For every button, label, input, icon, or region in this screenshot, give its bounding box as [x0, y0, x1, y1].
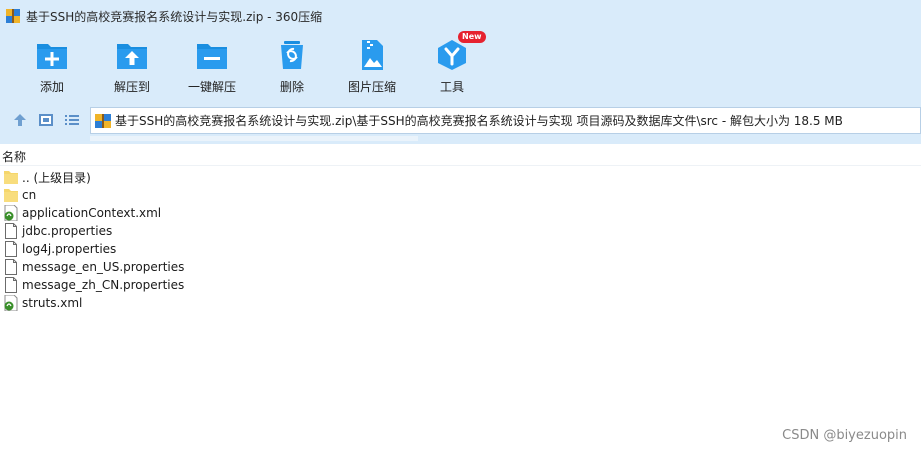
file-icon: [5, 241, 17, 257]
image-compress-label: 图片压缩: [347, 80, 396, 94]
file-name: applicationContext.xml: [22, 206, 162, 220]
address-path: 基于SSH的高校竞赛报名系统设计与实现.zip\基于SSH的高校竞赛报名系统设计…: [115, 114, 843, 128]
list-view-icon[interactable]: [64, 112, 80, 128]
up-arrow-icon[interactable]: [12, 112, 28, 128]
xml-file-icon: [4, 295, 18, 311]
delete-icon: [281, 41, 303, 69]
add-button[interactable]: 添加: [12, 36, 92, 98]
list-item[interactable]: cn: [0, 186, 921, 204]
extract-to-label: 解压到: [113, 80, 150, 94]
title-bar: 基于SSH的高校竞赛报名系统设计与实现.zip - 360压缩: [0, 0, 921, 32]
delete-button[interactable]: 删除: [252, 36, 332, 98]
archive-icon: [95, 113, 111, 129]
list-item[interactable]: message_en_US.properties: [0, 258, 921, 276]
file-name: cn: [22, 188, 37, 202]
list-item[interactable]: .. (上级目录): [0, 168, 921, 186]
column-header-name[interactable]: 名称: [0, 146, 921, 166]
tools-button[interactable]: New 工具: [412, 31, 492, 98]
file-icon: [5, 223, 17, 239]
list-item[interactable]: log4j.properties: [0, 240, 921, 258]
file-name: jdbc.properties: [22, 224, 113, 238]
add-icon: [37, 44, 67, 69]
file-icon: [5, 259, 17, 275]
delete-label: 删除: [279, 80, 304, 94]
one-click-extract-icon: [197, 44, 227, 69]
add-label: 添加: [39, 80, 64, 94]
extract-to-button[interactable]: 解压到: [92, 36, 172, 98]
new-badge: New: [458, 31, 486, 43]
list-item[interactable]: struts.xml: [0, 294, 921, 312]
archive-app-icon: [6, 9, 20, 23]
xml-file-icon: [4, 205, 18, 221]
folder-icon: [4, 171, 18, 184]
tools-label: 工具: [439, 80, 464, 94]
file-icon: [5, 277, 17, 293]
list-item[interactable]: message_zh_CN.properties: [0, 276, 921, 294]
address-bar[interactable]: 基于SSH的高校竞赛报名系统设计与实现.zip\基于SSH的高校竞赛报名系统设计…: [90, 107, 921, 134]
file-name: .. (上级目录): [22, 170, 91, 185]
tools-icon: [438, 40, 466, 70]
image-compress-icon: [362, 40, 383, 70]
one-click-extract-label: 一键解压: [187, 80, 236, 94]
watermark: CSDN @biyezuopin: [782, 428, 907, 443]
file-name: struts.xml: [22, 296, 83, 310]
list-item[interactable]: jdbc.properties: [0, 222, 921, 240]
window-title: 基于SSH的高校竞赛报名系统设计与实现.zip - 360压缩: [26, 9, 323, 24]
file-name: message_en_US.properties: [22, 260, 185, 274]
window-chrome: 基于SSH的高校竞赛报名系统设计与实现.zip - 360压缩 添加 解压到 一…: [0, 0, 921, 144]
folder-icon: [4, 189, 18, 202]
one-click-extract-button[interactable]: 一键解压: [172, 36, 252, 98]
extract-to-icon: [117, 44, 147, 69]
list-item[interactable]: applicationContext.xml: [0, 204, 921, 222]
navigation-row: 基于SSH的高校竞赛报名系统设计与实现.zip\基于SSH的高校竞赛报名系统设计…: [0, 104, 921, 136]
column-header-label: 名称: [2, 150, 27, 164]
file-name: message_zh_CN.properties: [22, 278, 185, 292]
image-compress-button[interactable]: 图片压缩: [332, 36, 412, 98]
address-bar-shadow: [90, 136, 418, 141]
file-list: .. (上级目录) cn applicationContext.xml jdbc…: [0, 168, 921, 312]
file-name: log4j.properties: [22, 242, 117, 256]
toolbar: 添加 解压到 一键解压 删除 图片压缩 New 工具: [0, 31, 921, 98]
thumbnail-view-icon[interactable]: [38, 112, 54, 128]
